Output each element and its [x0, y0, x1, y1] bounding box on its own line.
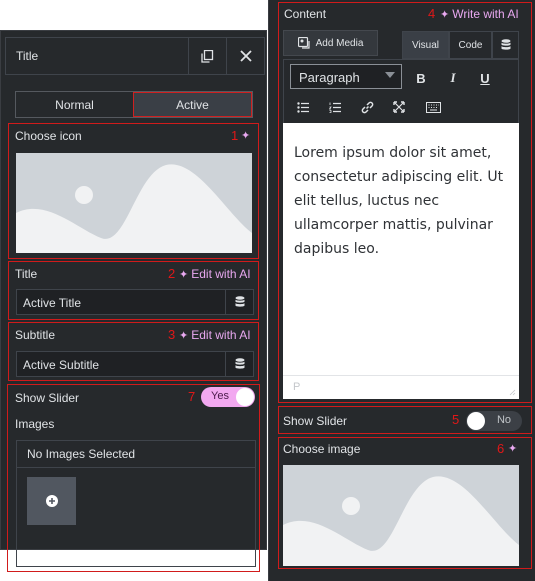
copy-icon	[201, 49, 214, 63]
gallery-empty-text: No Images Selected	[27, 447, 136, 461]
database-icon	[235, 296, 244, 307]
duplicate-button[interactable]	[188, 38, 226, 74]
annotation-number: 4	[428, 6, 436, 21]
sparkle-icon: ✦	[179, 329, 189, 342]
choose-image-label: Choose image	[283, 442, 361, 456]
edit-with-ai-button[interactable]: ✦ Edit with AI	[179, 267, 251, 281]
choose-image-section: Choose image 6 ✦	[278, 437, 532, 569]
annotation-number: 5	[452, 412, 460, 427]
show-slider-toggle[interactable]: No	[466, 411, 522, 431]
edit-with-ai-button[interactable]: ✦ Edit with AI	[179, 328, 251, 342]
subtitle-label: Subtitle	[15, 328, 56, 342]
resize-handle-icon[interactable]	[509, 389, 516, 396]
image-placeholder[interactable]	[16, 153, 252, 253]
sparkle-icon: ✦	[508, 443, 518, 455]
show-slider-label: Show Slider	[15, 391, 80, 405]
panel-title: Title	[16, 49, 39, 63]
add-media-button[interactable]: Add Media	[283, 30, 378, 56]
write-with-ai-button[interactable]: ✦ Write with AI	[440, 7, 519, 21]
media-icon	[297, 37, 310, 49]
plus-circle-icon	[45, 495, 58, 507]
write-with-ai-label: Write with AI	[452, 7, 519, 21]
database-icon	[235, 358, 244, 369]
left-settings-panel: Title Normal Active Choose icon 1 ✦ Titl…	[0, 30, 267, 572]
sparkle-icon: ✦	[440, 8, 450, 21]
title-section: Title 2 ✦ Edit with AI Active Title	[8, 261, 259, 320]
title-input-value: Active Title	[23, 296, 82, 310]
database-icon	[501, 39, 510, 50]
choose-icon-section: Choose icon 1 ✦	[8, 123, 259, 259]
sparkle-icon: ✦	[179, 268, 189, 281]
title-input[interactable]: Active Title	[16, 289, 254, 315]
chevron-down-icon	[385, 72, 395, 78]
annotation-number: 2	[168, 266, 176, 281]
italic-icon[interactable]: I	[444, 69, 462, 87]
tab-code[interactable]: Code	[449, 31, 492, 59]
toggle-text: No	[496, 414, 511, 426]
numbered-list-icon[interactable]	[326, 98, 344, 116]
image-placeholder-icon	[16, 164, 252, 253]
right-settings-panel: Content 4 ✦ Write with AI Add Media Visua…	[268, 0, 535, 581]
subtitle-input[interactable]: Active Subtitle	[16, 351, 254, 377]
annotation-number: 1	[231, 128, 239, 143]
sparkle-icon: ✦	[241, 130, 251, 142]
format-select-value: Paragraph	[299, 70, 360, 85]
ai-sparkle-button[interactable]: ✦	[508, 442, 517, 455]
close-icon	[239, 50, 252, 62]
images-label: Images	[15, 417, 55, 431]
state-tabs: Normal Active	[15, 91, 253, 118]
dynamic-tags-button[interactable]	[492, 31, 519, 59]
toggle-knob	[236, 388, 254, 406]
editor-paragraph: Lorem ipsum dolor sit amet, consectetur …	[294, 145, 504, 257]
edit-with-ai-label: Edit with AI	[191, 328, 251, 342]
toggle-text: Yes	[211, 390, 229, 402]
link-icon[interactable]	[358, 98, 376, 116]
tab-normal[interactable]: Normal	[16, 92, 133, 117]
image-placeholder[interactable]	[283, 465, 519, 566]
close-button[interactable]	[226, 38, 264, 74]
format-select[interactable]: Paragraph	[290, 64, 402, 89]
bold-icon[interactable]: B	[412, 69, 430, 87]
dynamic-tags-button[interactable]	[225, 352, 253, 376]
fullscreen-icon[interactable]	[390, 98, 408, 116]
status-path: P	[293, 381, 301, 393]
annotation-number: 7	[188, 389, 196, 404]
bullet-list-icon[interactable]	[294, 98, 312, 116]
title-label: Title	[15, 267, 38, 281]
underline-icon[interactable]: U	[476, 69, 494, 87]
tab-visual[interactable]: Visual	[402, 31, 449, 59]
slider-section: Show Slider 7 Yes Images No Images Selec…	[7, 384, 260, 572]
toggle-knob	[467, 412, 485, 430]
add-images-button[interactable]	[27, 477, 76, 525]
panel-header: Title	[5, 37, 265, 75]
tab-active[interactable]: Active	[133, 92, 252, 117]
content-section: Content 4 ✦ Write with AI Add Media Visua…	[278, 2, 532, 403]
annotation-number: 6	[497, 441, 505, 456]
gallery-header: No Images Selected	[17, 441, 255, 468]
dynamic-tags-button[interactable]	[225, 290, 253, 314]
choose-icon-label: Choose icon	[15, 129, 82, 143]
annotation-number: 3	[168, 327, 176, 342]
image-placeholder-icon	[283, 476, 519, 566]
right-slider-section: Show Slider 5 No	[278, 406, 532, 434]
content-label: Content	[284, 7, 327, 21]
subtitle-input-value: Active Subtitle	[23, 358, 100, 372]
editor-statusbar: P	[283, 375, 519, 399]
subtitle-section: Subtitle 3 ✦ Edit with AI Active Subtitle	[8, 322, 259, 381]
add-media-label: Add Media	[315, 37, 364, 49]
show-slider-toggle[interactable]: Yes	[201, 387, 255, 407]
edit-with-ai-label: Edit with AI	[191, 267, 251, 281]
editor-content-area[interactable]: Lorem ipsum dolor sit amet, consectetur …	[283, 123, 519, 375]
keyboard-icon[interactable]	[424, 98, 442, 116]
gallery-control: No Images Selected	[16, 440, 256, 567]
show-slider-label: Show Slider	[283, 414, 348, 428]
editor-toolbar: Paragraph B I U	[283, 59, 519, 123]
ai-sparkle-button[interactable]: ✦	[241, 129, 250, 142]
